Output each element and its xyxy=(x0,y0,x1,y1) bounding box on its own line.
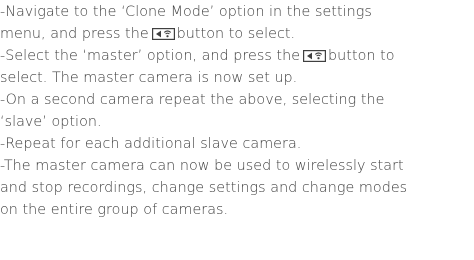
step1-press-text: menu, and press the xyxy=(0,26,149,42)
step3-line2: ‘slave’ option. xyxy=(0,114,102,130)
step2-line2: select. The master camera is now set up. xyxy=(0,70,298,86)
step1-select-text: button to select. xyxy=(176,26,296,42)
select-button-icon xyxy=(151,28,175,40)
step5-line1: -The master camera can now be used to wi… xyxy=(0,158,404,174)
select-button-icon xyxy=(303,50,327,62)
step1-line2: menu, and press the button to select. xyxy=(0,24,295,46)
step2-to-text: button to xyxy=(328,48,395,64)
instruction-text: -Navigate to the ‘Clone Mode’ option in … xyxy=(0,0,474,260)
step2-press-text: -Select the ‘master’ option, and press t… xyxy=(0,48,301,64)
step3-line1: -On a second camera repeat the above, se… xyxy=(0,92,385,108)
step2-line1: -Select the ‘master’ option, and press t… xyxy=(0,46,395,68)
step4-line1: -Repeat for each additional slave camera… xyxy=(0,136,302,152)
step5-line3: on the entire group of cameras. xyxy=(0,202,229,218)
step5-line2: and stop recordings, change settings and… xyxy=(0,180,408,196)
step1-line1: -Navigate to the ‘Clone Mode’ option in … xyxy=(0,4,372,20)
